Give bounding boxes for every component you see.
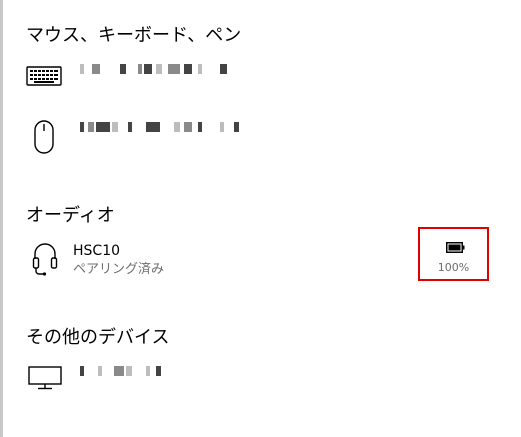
redacted-device-name: [80, 122, 240, 132]
section-title-other-devices: その他のデバイス: [26, 327, 170, 348]
device-status-label: ペアリング済み: [73, 262, 165, 277]
redacted-device-name: [80, 366, 180, 376]
redacted-device-name: [80, 64, 240, 74]
monitor-icon: [28, 366, 62, 390]
mouse-icon: [34, 120, 54, 154]
section-title-audio: オーディオ: [26, 205, 115, 226]
headset-icon: [32, 242, 58, 276]
battery-level-label: 100%: [437, 261, 470, 274]
device-name-label: HSC10: [73, 243, 121, 259]
window-left-edge: [0, 0, 3, 437]
bluetooth-devices-page: マウス、キーボード、ペン オーディオ HSC10 ペアリング済み 100% その…: [0, 0, 521, 437]
device-item-mouse[interactable]: [18, 120, 498, 176]
device-item-monitor[interactable]: [18, 366, 498, 422]
battery-full-icon: [446, 242, 465, 253]
section-title-input-devices: マウス、キーボード、ペン: [26, 25, 242, 46]
battery-status-highlight: 100%: [418, 227, 489, 281]
keyboard-icon: [26, 66, 62, 86]
device-item-keyboard[interactable]: [18, 64, 498, 120]
